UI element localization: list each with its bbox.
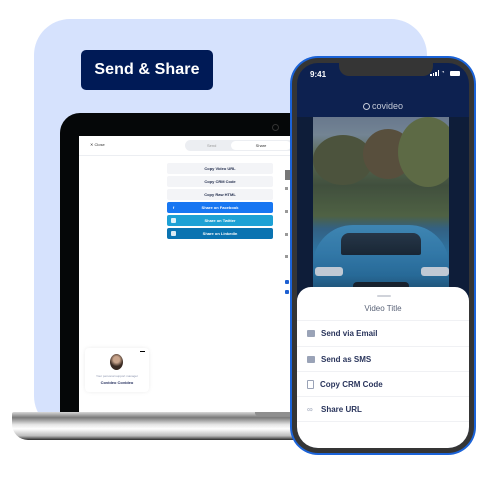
video-player[interactable] [297, 117, 469, 299]
share-twitter-button[interactable]: Share on Twitter [167, 215, 273, 226]
phone-body: 9:41 ◔ covideo Video Title Send via Emai… [292, 58, 474, 453]
phone-frame: 9:41 ◔ covideo Video Title Send via Emai… [290, 56, 476, 455]
signal-icon [430, 70, 439, 76]
video-thumbnail [313, 117, 449, 297]
link-icon: ∞ [307, 405, 313, 414]
item-label: Copy CRM Code [320, 380, 383, 389]
checkbox[interactable] [285, 280, 289, 284]
phone-screen: 9:41 ◔ covideo Video Title Send via Emai… [297, 63, 469, 448]
minimize-icon[interactable] [140, 351, 145, 352]
twitter-icon [171, 218, 176, 223]
linkedin-icon [171, 231, 176, 236]
item-label: Share URL [321, 405, 362, 414]
copy-crm-code-item[interactable]: Copy CRM Code [297, 372, 469, 397]
share-facebook-button[interactable]: f Share on Facebook [167, 202, 273, 213]
support-caption: Your personal support manager [96, 374, 138, 378]
item-label: Send via Email [321, 329, 378, 338]
tab-share[interactable]: Share [231, 141, 291, 150]
support-manager-card: Your personal support manager Covideo Co… [85, 348, 149, 392]
field-label [285, 255, 288, 258]
divider [297, 421, 469, 422]
video-title: Video Title [364, 304, 402, 313]
send-as-sms-item[interactable]: Send as SMS [297, 347, 469, 372]
button-label: Copy Raw HTML [204, 192, 236, 197]
copy-video-url-button[interactable]: Copy Video URL [167, 163, 273, 174]
item-label: Send as SMS [321, 355, 372, 364]
field-label [285, 187, 288, 190]
close-button[interactable]: ✕ Close [90, 142, 105, 147]
share-linkedin-button[interactable]: Share on LinkedIn [167, 228, 273, 239]
copy-crm-code-button[interactable]: Copy CRM Code [167, 176, 273, 187]
facebook-icon: f [172, 205, 175, 210]
share-modal-topbar: ✕ Close Send Share [79, 136, 320, 156]
share-bottom-sheet: Video Title Send via Email Send as SMS C… [297, 287, 469, 448]
checkbox[interactable] [285, 290, 289, 294]
status-icons: ◔ [430, 70, 460, 76]
copy-icon [307, 380, 314, 389]
tab-send[interactable]: Send [207, 143, 216, 148]
send-via-email-item[interactable]: Send via Email [297, 321, 469, 346]
field-label [285, 233, 288, 236]
page-title: Send & Share [81, 50, 213, 90]
phone-notch [339, 63, 433, 76]
laptop-base [12, 412, 312, 440]
logo-icon [362, 102, 370, 110]
button-label: Share on Twitter [204, 218, 236, 223]
laptop-screen: ✕ Close Send Share Copy Video URL Copy C… [79, 136, 320, 412]
sheet-handle[interactable] [377, 295, 391, 297]
battery-icon [450, 70, 460, 76]
button-label: Share on LinkedIn [202, 231, 238, 236]
button-label: Copy CRM Code [204, 179, 236, 184]
wifi-icon: ◔ [441, 70, 445, 76]
share-url-item[interactable]: ∞ Share URL [297, 397, 469, 422]
button-label: Share on Facebook [201, 205, 239, 210]
field-label [285, 210, 288, 213]
support-name: Covideo Covideo [100, 380, 134, 385]
button-label: Copy Video URL [204, 166, 236, 171]
covideo-logo: covideo [297, 101, 469, 111]
video-overlay [313, 117, 449, 297]
logo-text: covideo [371, 101, 404, 111]
sms-icon [307, 356, 315, 363]
laptop-camera [272, 124, 279, 131]
copy-raw-html-button[interactable]: Copy Raw HTML [167, 189, 273, 200]
mail-icon [307, 330, 315, 337]
avatar [110, 354, 123, 370]
status-time: 9:41 [310, 70, 327, 79]
